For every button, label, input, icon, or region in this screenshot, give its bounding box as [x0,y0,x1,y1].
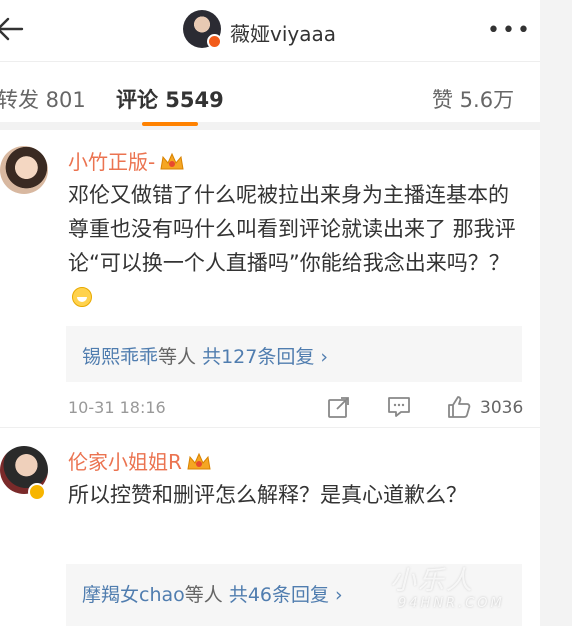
back-arrow-icon[interactable] [0,16,24,42]
comment-username[interactable]: 伦家小姐姐R [68,446,212,475]
comment-meta: 10-31 18:16 3036 [68,394,524,424]
crown-badge-icon [160,152,184,170]
comment-item: 小竹正版- 邓伦又做错了什么呢被拉出来身为主播连基本的尊重也没有吗什么叫看到评论… [0,138,540,428]
avatar[interactable] [0,146,48,194]
verified-badge-icon [207,34,222,49]
top-bar: 薇娅viyaaa ••• [0,0,540,62]
reply-users[interactable]: 锡熙乖乖 [82,346,158,368]
laughing-emoji-icon [72,287,92,307]
reply-users[interactable]: 摩羯女chao [82,584,185,606]
comment-timestamp: 10-31 18:16 [68,398,166,417]
tab-reposts[interactable]: 转发 801 [0,84,86,114]
share-icon[interactable] [326,394,352,420]
comment-text: 所以控赞和删评怎么解释？是真心道歉么？ [68,483,467,507]
more-icon[interactable]: ••• [487,18,532,43]
comment-text: 邓伦又做错了什么呢被拉出来身为主播连基本的尊重也没有吗什么叫看到评论就读出来了 … [68,178,524,314]
reply-etc: 等人 [184,584,223,606]
reply-count-link[interactable]: 共127条回复 › [202,346,328,368]
site-watermark-url: 94HNR.COM [398,596,505,611]
account-name[interactable]: 薇娅viyaaa [230,18,336,47]
verified-badge-icon [28,483,46,501]
site-watermark: 小乐人 [390,566,475,596]
comment-icon[interactable] [386,394,412,420]
replies-preview[interactable]: 锡熙乖乖等人 共127条回复 › [66,326,522,382]
tab-bar: 转发 801 评论 5549 赞 5.6万 [0,62,540,130]
active-tab-indicator [142,122,198,126]
reply-count-link[interactable]: 共46条回复 › [229,584,343,606]
like-count: 3036 [480,398,524,418]
comment-username[interactable]: 小竹正版- [68,146,185,175]
page-margin [540,0,572,626]
weibo-comments-screen: 薇娅viyaaa ••• 转发 801 评论 5549 赞 5.6万 小竹正版-… [0,0,540,626]
reply-etc: 等人 [158,346,197,368]
tab-comments[interactable]: 评论 5549 [116,84,224,114]
crown-badge-icon [187,452,211,470]
thumbs-up-icon[interactable] [446,394,472,420]
tab-likes[interactable]: 赞 5.6万 [432,84,514,114]
